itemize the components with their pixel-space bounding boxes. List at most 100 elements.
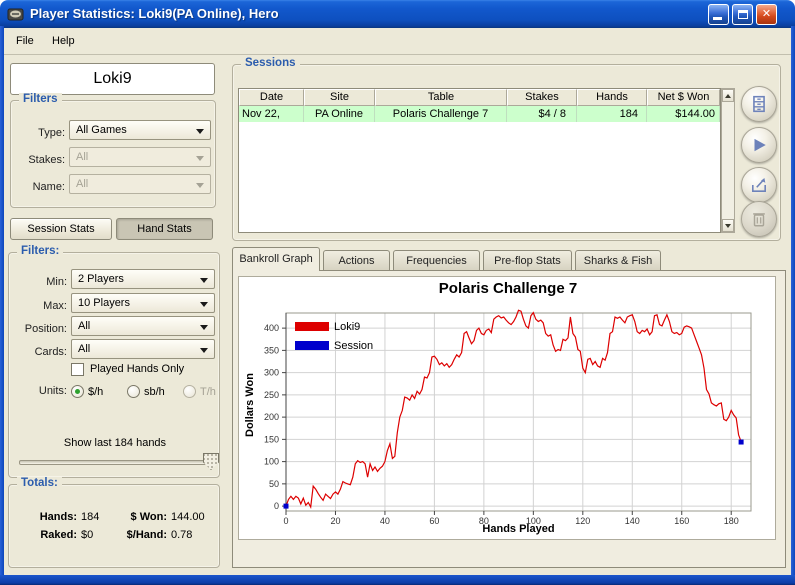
session-row[interactable]: Nov 22, 2007 PA Online Polaris Challenge… xyxy=(239,106,720,122)
sessions-table-header: Date Site Table Stakes Hands Net $ Won xyxy=(239,89,720,106)
tab-sharks-fish[interactable]: Sharks & Fish xyxy=(575,250,661,271)
tab-actions[interactable]: Actions xyxy=(323,250,390,271)
column-header-hands[interactable]: Hands xyxy=(577,89,647,106)
delete-session-button xyxy=(741,201,777,237)
chevron-down-icon xyxy=(200,348,208,353)
scroll-down-button[interactable] xyxy=(722,219,734,232)
units-label: Units: xyxy=(23,384,67,399)
position-label: Position: xyxy=(11,319,67,339)
play-icon xyxy=(750,136,768,154)
position-value: All xyxy=(78,320,90,332)
trash-icon xyxy=(750,210,768,228)
menu-help[interactable]: Help xyxy=(46,30,81,52)
raked-label: Raked: xyxy=(9,529,77,541)
max-players-dropdown[interactable]: 10 Players xyxy=(71,293,215,313)
session-stakes: $4 / 8 xyxy=(507,106,577,122)
raked-value: $0 xyxy=(77,529,119,541)
column-header-stakes[interactable]: Stakes xyxy=(507,89,577,106)
column-header-site[interactable]: Site xyxy=(304,89,375,106)
per-hand-value: 0.78 xyxy=(167,529,192,541)
radio-dot xyxy=(75,389,80,394)
sessions-group-title: Sessions xyxy=(241,57,300,69)
window-border-bottom xyxy=(0,575,795,585)
maximize-icon xyxy=(738,10,748,19)
min-players-dropdown[interactable]: 2 Players xyxy=(71,269,215,289)
close-button[interactable]: ✕ xyxy=(756,4,777,25)
title-bar: Player Statistics: Loki9(PA Online), Her… xyxy=(0,0,795,28)
played-hands-only-checkbox[interactable] xyxy=(71,363,84,376)
totals-row-2: Raked: $0 $/Hand: 0.78 xyxy=(9,529,221,541)
column-header-net-won[interactable]: Net $ Won xyxy=(647,89,720,106)
export-session-button[interactable] xyxy=(741,167,777,203)
legend-swatch-red xyxy=(295,322,329,331)
units-dollars-label: $/h xyxy=(88,385,103,400)
cards-dropdown[interactable]: All xyxy=(71,339,215,359)
cards-label: Cards: xyxy=(11,342,67,362)
played-hands-only-label: Played Hands Only xyxy=(90,362,184,377)
maximize-button[interactable] xyxy=(732,4,753,25)
session-stats-button[interactable]: Session Stats xyxy=(10,218,112,240)
units-smallbets-label: sb/h xyxy=(144,385,165,400)
min-label: Min: xyxy=(11,272,67,292)
name-dropdown: All xyxy=(69,174,211,194)
menu-bar xyxy=(4,28,791,55)
hands-total-label: Hands: xyxy=(9,511,77,523)
legend-item-session: Session xyxy=(295,336,373,355)
legend-item-loki9: Loki9 xyxy=(295,317,373,336)
units-smallbets-radio[interactable] xyxy=(127,385,140,398)
hand-filters-group-title: Filters: xyxy=(17,245,63,257)
svg-text:250: 250 xyxy=(264,390,279,400)
session-report-button[interactable] xyxy=(741,86,777,122)
tab-bankroll-graph[interactable]: Bankroll Graph xyxy=(232,247,320,271)
session-site: PA Online xyxy=(304,106,375,122)
totals-row-1: Hands: 184 $ Won: 144.00 xyxy=(9,511,221,523)
units-dollars-radio[interactable] xyxy=(71,385,84,398)
hands-slider-thumb[interactable] xyxy=(203,453,219,470)
tab-preflop-stats[interactable]: Pre-flop Stats xyxy=(483,250,572,271)
chart-legend: Loki9 Session xyxy=(295,317,373,355)
scroll-up-button[interactable] xyxy=(722,89,734,102)
position-dropdown[interactable]: All xyxy=(71,316,215,336)
arrow-up-icon xyxy=(725,94,731,98)
hand-stats-button[interactable]: Hand Stats xyxy=(116,218,213,240)
svg-text:0: 0 xyxy=(274,501,279,511)
cards-value: All xyxy=(78,343,90,355)
legend-swatch-blue xyxy=(295,341,329,350)
sessions-scrollbar[interactable] xyxy=(721,88,735,233)
tab-frequencies[interactable]: Frequencies xyxy=(393,250,480,271)
name-value: All xyxy=(76,178,88,190)
show-last-hands-label: Show last 184 hands xyxy=(9,437,221,449)
sessions-table: Date Site Table Stakes Hands Net $ Won N… xyxy=(238,88,721,233)
minimize-button[interactable] xyxy=(708,4,729,25)
replay-session-button[interactable] xyxy=(741,127,777,163)
column-header-date[interactable]: Date xyxy=(239,89,304,106)
arrow-down-icon xyxy=(725,224,731,228)
stakes-label: Stakes: xyxy=(15,150,65,170)
app-icon xyxy=(7,6,24,23)
filters-group-title: Filters xyxy=(19,93,62,105)
menu-file[interactable]: File xyxy=(10,30,40,52)
svg-text:200: 200 xyxy=(264,412,279,422)
player-statistics-window: Player Statistics: Loki9(PA Online), Her… xyxy=(0,0,795,585)
chevron-down-icon xyxy=(200,325,208,330)
legend-label-session: Session xyxy=(334,340,373,352)
max-label: Max: xyxy=(11,296,67,316)
type-dropdown[interactable]: All Games xyxy=(69,120,211,140)
units-tournament-label: T/h xyxy=(200,385,216,400)
y-axis-label: Dollars Won xyxy=(244,373,256,437)
window-border-right xyxy=(791,26,795,585)
sessions-group: Sessions Date Site Table Stakes Hands Ne… xyxy=(232,64,781,241)
column-header-table[interactable]: Table xyxy=(375,89,507,106)
session-table-name: Polaris Challenge 7 xyxy=(375,106,507,122)
hand-filters-group: Filters: Min: 2 Players Max: 10 Players … xyxy=(8,252,220,478)
name-label: Name: xyxy=(15,177,65,197)
session-date: Nov 22, 2007 xyxy=(239,106,304,122)
chevron-down-icon xyxy=(200,278,208,283)
report-icon xyxy=(750,95,768,113)
svg-text:100: 100 xyxy=(264,457,279,467)
chevron-down-icon xyxy=(196,183,204,188)
hands-slider-track[interactable] xyxy=(19,460,215,465)
player-name-button[interactable]: Loki9 xyxy=(10,63,215,95)
svg-text:50: 50 xyxy=(269,479,279,489)
type-value: All Games xyxy=(76,124,127,136)
